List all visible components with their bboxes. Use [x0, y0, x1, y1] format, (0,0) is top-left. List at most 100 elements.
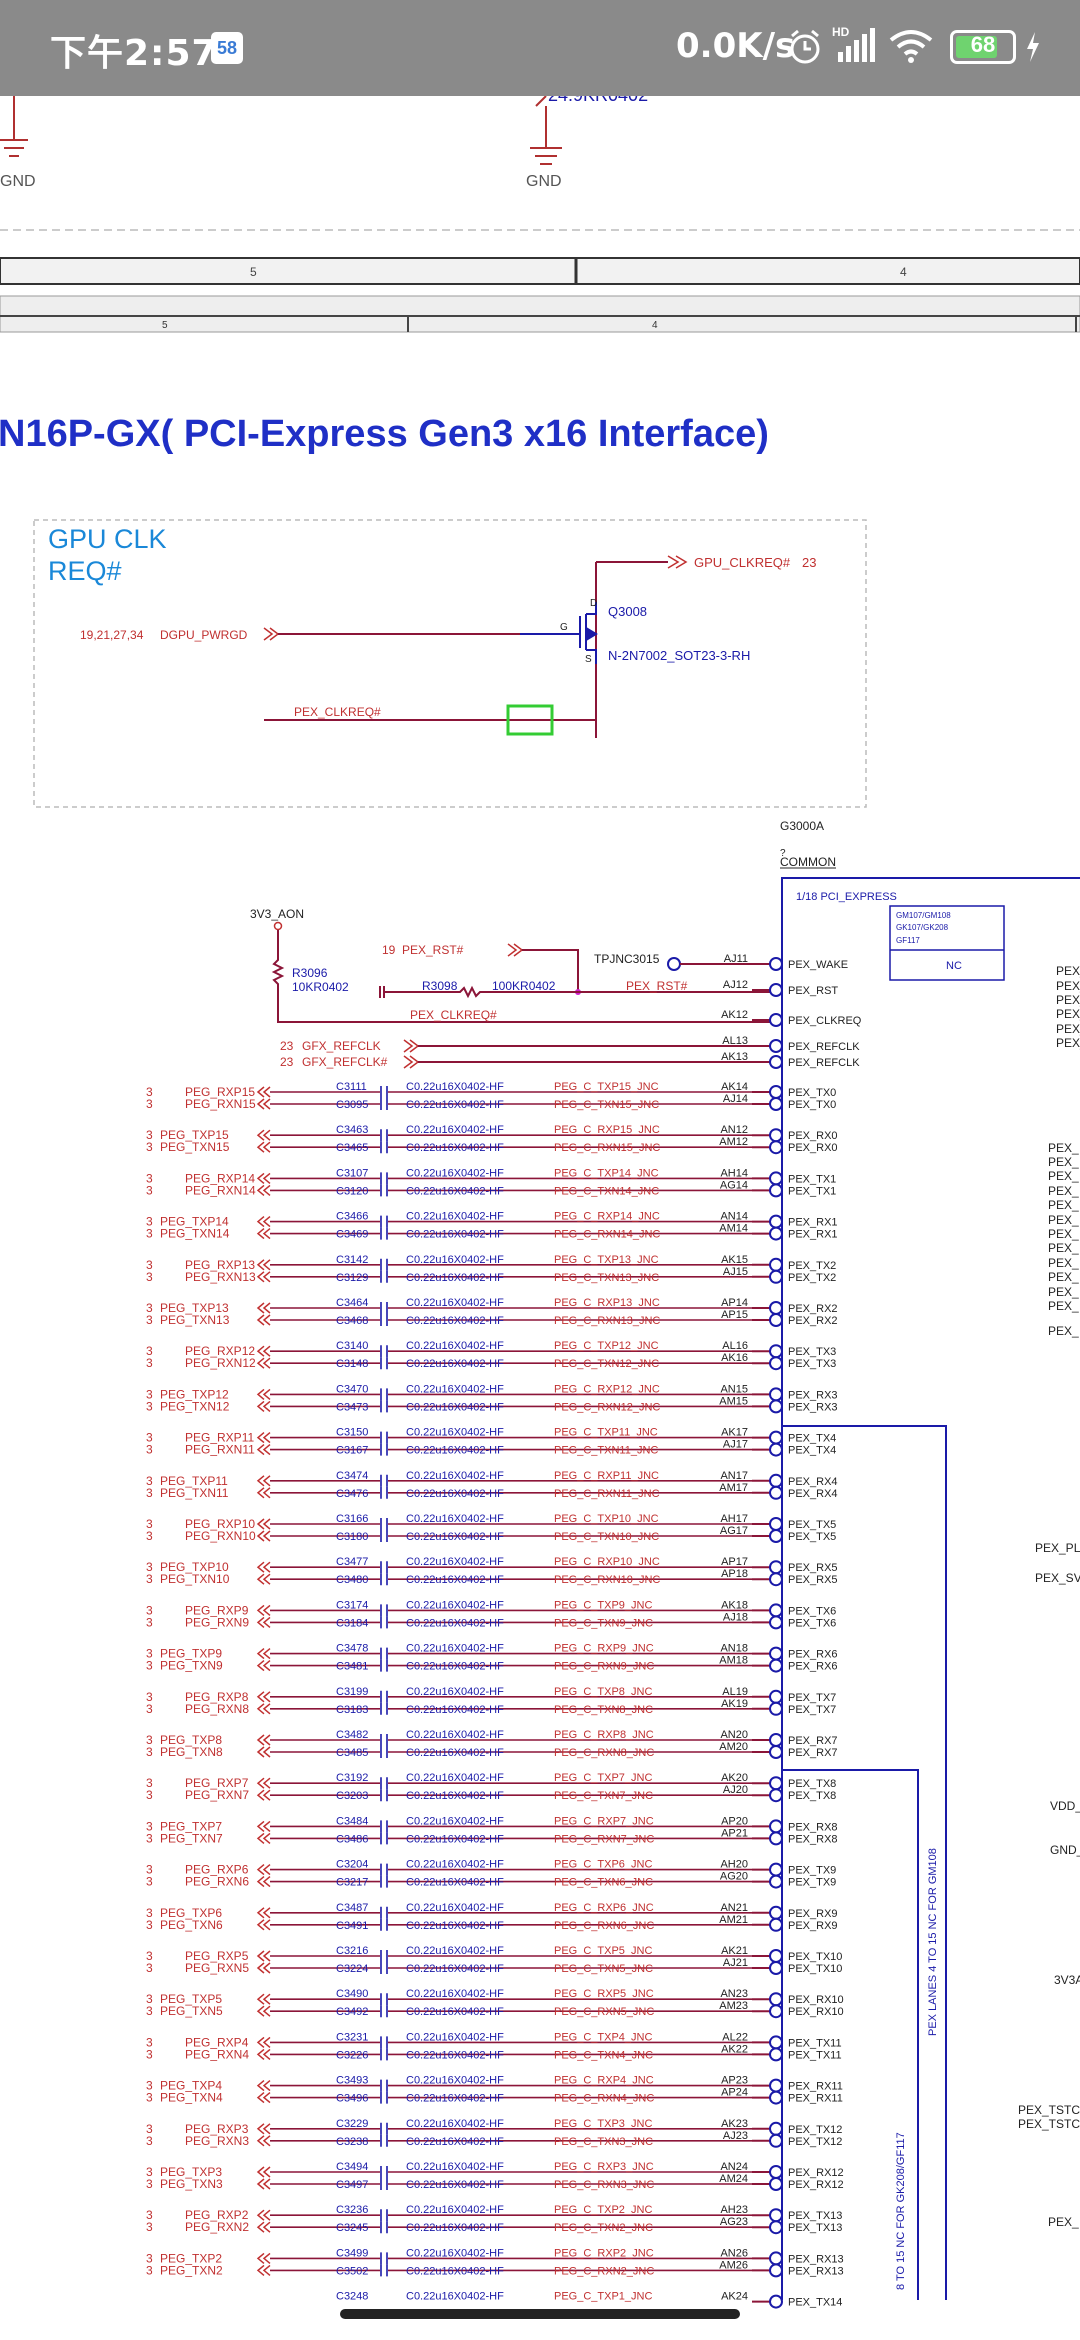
pin-lane-11b: PEX_RX5 — [788, 1574, 838, 1586]
ball-lane-21a: AN23 — [720, 1988, 748, 2000]
ball-lane-18a: AH20 — [720, 1859, 748, 1871]
pin-lane-3a: PEX_RX1 — [788, 1217, 838, 1229]
pin-refclk-1: PEX_REFCLK — [788, 1057, 860, 1069]
home-indicator[interactable] — [340, 2309, 740, 2319]
cap-val-11a: C0.22u16X0402-HF — [406, 1556, 504, 1568]
cap-ref-16a: C3192 — [336, 1772, 368, 1784]
ball-lane-25a: AN24 — [720, 2161, 748, 2173]
wifi-icon — [888, 28, 934, 69]
lane-cnet-10b: PEG_C_TXN10_JNC — [554, 1531, 659, 1543]
cap-ref-8a: C3150 — [336, 1427, 368, 1439]
cap-ref-14a: C3199 — [336, 1686, 368, 1698]
zone-5-lower: 5 — [162, 320, 168, 331]
right-edge-label: PEX_ — [1048, 1227, 1079, 1241]
cap-ref-22b: C3226 — [336, 2049, 368, 2061]
pin-lane-23a: PEX_RX11 — [788, 2081, 843, 2093]
pin-lane-10b: PEX_TX5 — [788, 1531, 836, 1543]
cap-ref-10b: C3180 — [336, 1531, 368, 1543]
ball-lane-5a: AP14 — [721, 1297, 748, 1309]
pin-ctrl-2: PEX_CLKREQ — [788, 1015, 862, 1027]
cap-val-11b: C0.22u16X0402-HF — [406, 1574, 504, 1586]
lane-net-19b: PEG_TXN6 — [160, 1918, 223, 1932]
pin-lane-14b: PEX_TX7 — [788, 1704, 836, 1716]
cap-val-7a: C0.22u16X0402-HF — [406, 1383, 504, 1395]
lane-page-1b: 3 — [146, 1140, 153, 1154]
cap-val-22b: C0.22u16X0402-HF — [406, 2049, 504, 2061]
cap-ref-1a: C3463 — [336, 1124, 368, 1136]
lane-cnet-3a: PEG_C_RXP14_JNC — [554, 1211, 660, 1223]
lane-page-3b: 3 — [146, 1227, 153, 1241]
pin-lane-26a: PEX_TX13 — [788, 2210, 842, 2222]
ic-ref: G3000A — [780, 819, 824, 833]
ic-common: COMMON — [780, 855, 836, 869]
lane-net-24b: PEG_RXN3 — [185, 2134, 249, 2148]
cap-ref-0a: C3111 — [336, 1081, 367, 1093]
cap-ref-27b: C3502 — [336, 2265, 368, 2277]
cap-val-15a: C0.22u16X0402-HF — [406, 1729, 504, 1741]
lane-cnet-0b: PEG_C_TXN15_JNC — [554, 1099, 659, 1111]
ball-lane-20a: AK21 — [721, 1945, 748, 1957]
pex-clkreq-box-net: PEX_CLKREQ# — [294, 705, 381, 719]
ball-lane-8b: AJ17 — [723, 1439, 748, 1451]
cap-val-2a: C0.22u16X0402-HF — [406, 1167, 504, 1179]
cap-val-23b: C0.22u16X0402-HF — [406, 2093, 504, 2105]
pex-rst-in-page: 19 — [382, 943, 396, 957]
pex-rst-out-net: PEX_RST# — [626, 979, 688, 993]
schematic-viewer[interactable]: GND 24.9KR0402 GND 5 4 5 4 N16P-GX( PCI-… — [0, 96, 1080, 2340]
cap-val-12b: C0.22u16X0402-HF — [406, 1617, 504, 1629]
cap-val-5a: C0.22u16X0402-HF — [406, 1297, 504, 1309]
status-bar: 下午2:57 58 0.0K/s HD 68 — [0, 0, 1080, 96]
lane-page-27b: 3 — [146, 2263, 153, 2277]
lane-net-4b: PEG_RXN13 — [185, 1270, 256, 1284]
cap-ref-12b: C3184 — [336, 1617, 368, 1629]
cap-val-10b: C0.22u16X0402-HF — [406, 1531, 504, 1543]
cap-ref-10a: C3166 — [336, 1513, 368, 1525]
cap-ref-23b: C3496 — [336, 2093, 368, 2105]
gpu-clkreq-net: GPU_CLKREQ# — [694, 555, 791, 570]
lane-cnet-8a: PEG_C_TXP11_JNC — [554, 1427, 658, 1439]
cap-val-21a: C0.22u16X0402-HF — [406, 1988, 504, 2000]
cap-val-6b: C0.22u16X0402-HF — [406, 1358, 504, 1370]
cap-val-19a: C0.22u16X0402-HF — [406, 1902, 504, 1914]
right-edge-label: PEX_ — [1048, 1285, 1079, 1299]
pin-lane-14a: PEX_TX7 — [788, 1692, 836, 1704]
cap-ref-25a: C3494 — [336, 2161, 368, 2173]
pin-lane-27a: PEX_RX13 — [788, 2253, 844, 2265]
dgpu-pwrgd-pages: 19,21,27,34 — [80, 628, 144, 642]
lane-cnet-6b: PEG_C_TXN12_JNC — [554, 1358, 659, 1370]
cap-val-25a: C0.22u16X0402-HF — [406, 2161, 504, 2173]
pin-lane-21a: PEX_RX10 — [788, 1994, 844, 2006]
cap-ref-9b: C3476 — [336, 1488, 368, 1500]
ball-ctrl-2: AK12 — [721, 1009, 748, 1021]
lane-page-17b: 3 — [146, 1831, 153, 1845]
pin-lane-13b: PEX_RX6 — [788, 1661, 838, 1673]
cap-ref-17b: C3486 — [336, 1833, 368, 1845]
lane-cnet-7b: PEG_C_RXN12_JNC — [554, 1401, 660, 1413]
ball-lane-7b: AM15 — [719, 1395, 748, 1407]
ic-variant-1: GM107/GM108 — [896, 911, 951, 920]
pin-lane-11a: PEX_RX5 — [788, 1562, 838, 1574]
zone-5-upper: 5 — [250, 265, 257, 279]
right-edge-label: GND_ — [1050, 1843, 1080, 1857]
pin-lane-24b: PEX_TX12 — [788, 2136, 842, 2148]
cap-ref-5a: C3464 — [336, 1297, 368, 1309]
schematic-canvas[interactable]: GND 24.9KR0402 GND 5 4 5 4 N16P-GX( PCI-… — [0, 96, 1080, 2340]
pin-lane-4a: PEX_TX2 — [788, 1260, 836, 1272]
lane-cnet-9a: PEG_C_RXP11_JNC — [554, 1470, 659, 1482]
ball-lane-2b: AG14 — [720, 1179, 748, 1191]
lane-net-10b: PEG_RXN10 — [185, 1529, 256, 1543]
cap-ref-24a: C3229 — [336, 2118, 368, 2130]
lane-cnet-25a: PEG_C_RXP3_JNC — [554, 2161, 654, 2173]
ic-variant-2: GK107/GK208 — [896, 923, 949, 932]
pin-lane-17a: PEX_RX8 — [788, 1821, 838, 1833]
gnd-label-mid: GND — [526, 173, 562, 190]
cap-val-16a: C0.22u16X0402-HF — [406, 1772, 504, 1784]
lane-page-21b: 3 — [146, 2004, 153, 2018]
cap-val-9b: C0.22u16X0402-HF — [406, 1488, 504, 1500]
ball-lane-4b: AJ15 — [723, 1266, 748, 1278]
ball-lane-16a: AK20 — [721, 1772, 748, 1784]
right-edge-label: PEX_ — [1048, 2215, 1079, 2229]
cap-val-1b: C0.22u16X0402-HF — [406, 1142, 504, 1154]
lane-cnet-17b: PEG_C_RXN7_JNC — [554, 1833, 654, 1845]
pin-lane-9a: PEX_RX4 — [788, 1476, 838, 1488]
